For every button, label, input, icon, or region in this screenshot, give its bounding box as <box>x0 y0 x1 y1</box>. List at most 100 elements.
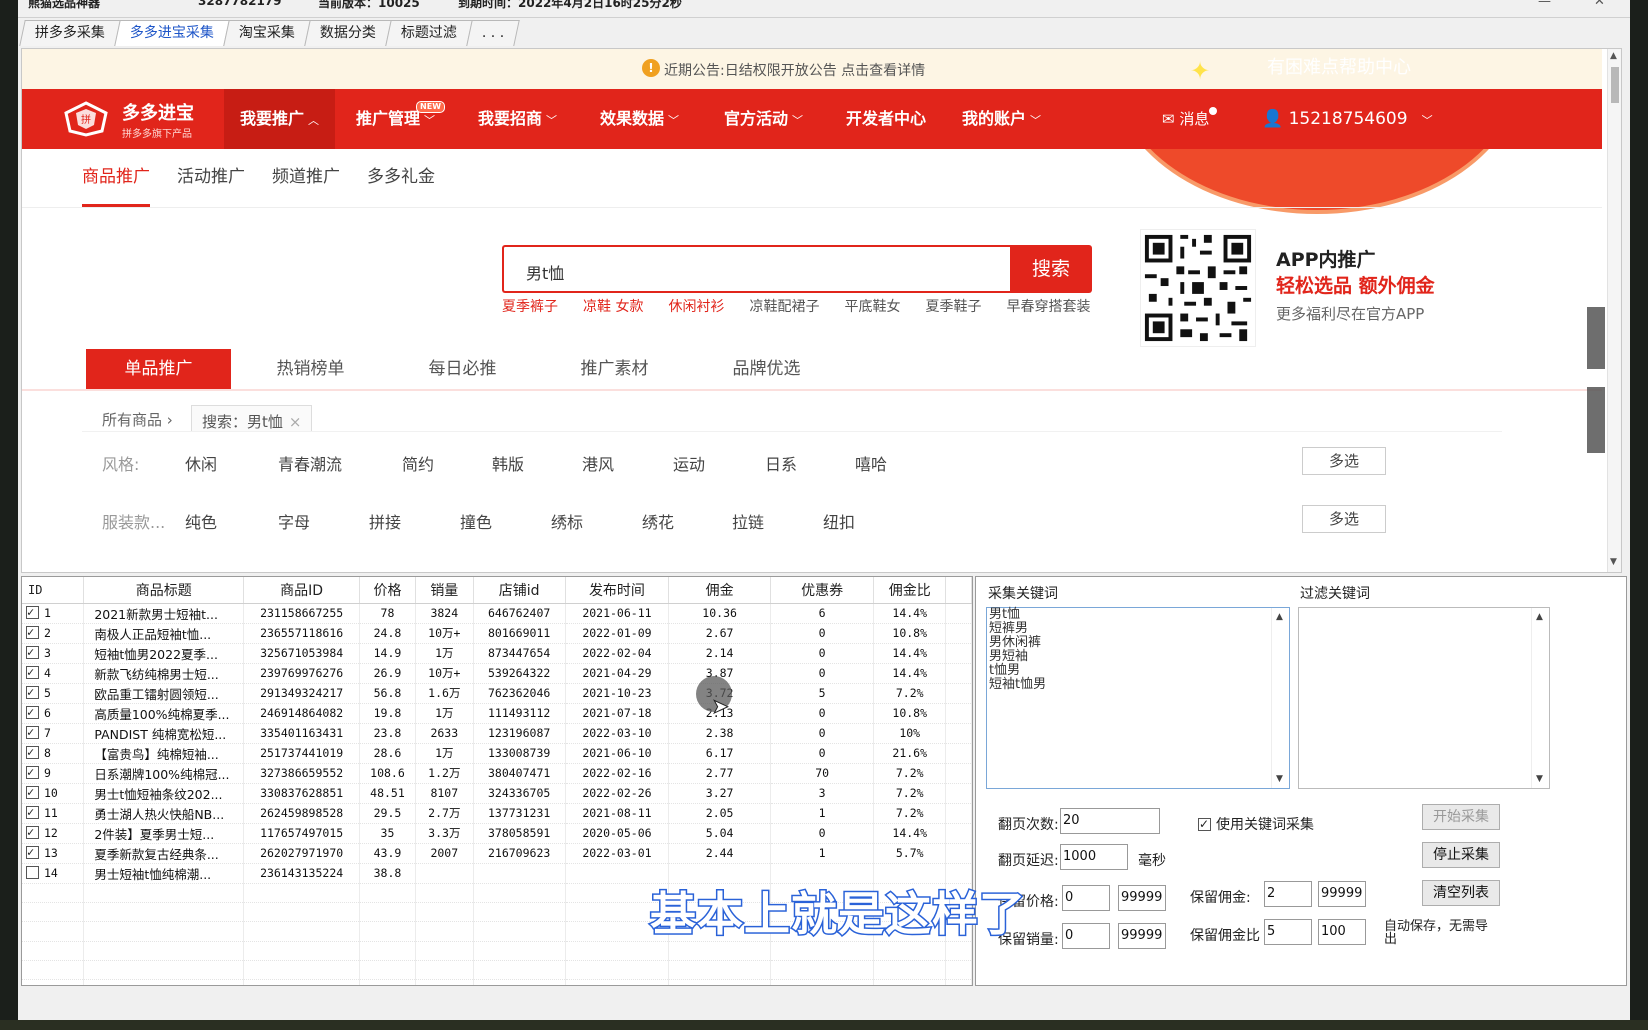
help-center-title[interactable]: 有困难点帮助中心 <box>1267 53 1411 79</box>
row-id-cell[interactable]: 9 <box>22 763 85 784</box>
filter-option[interactable]: 休闲 <box>185 451 217 475</box>
tab-data-category[interactable]: 数据分类 <box>304 20 392 46</box>
tab-daily[interactable]: 每日必推 <box>390 349 535 389</box>
row-checkbox[interactable] <box>26 626 39 639</box>
side-float-button[interactable] <box>1587 387 1605 453</box>
multi-select-button[interactable]: 多选 <box>1302 505 1386 533</box>
row-checkbox[interactable] <box>26 646 39 659</box>
filter-option[interactable]: 撞色 <box>460 509 492 533</box>
tab-title-filter[interactable]: 标题过滤 <box>385 20 473 46</box>
filter-option[interactable]: 纯色 <box>185 509 217 533</box>
column-header[interactable]: 佣金比 <box>873 577 947 604</box>
sales-min-input[interactable]: 0 <box>1062 923 1110 949</box>
multi-select-button[interactable]: 多选 <box>1302 447 1386 475</box>
textarea-scrollbar[interactable]: ▲ ▼ <box>1271 608 1289 788</box>
filter-option[interactable]: 青春潮流 <box>278 451 342 475</box>
table-row[interactable]: 4 新款飞纺纯棉男士短...23976997627626.910万+5392643… <box>22 663 972 684</box>
table-row[interactable]: 13 夏季新款复古经典条...26202797197043.92007216709… <box>22 843 972 864</box>
scroll-up-icon[interactable]: ▲ <box>1610 51 1617 61</box>
row-checkbox[interactable] <box>26 686 39 699</box>
column-header[interactable]: 价格 <box>359 577 416 604</box>
column-header[interactable]: 佣金 <box>668 577 771 604</box>
tab-pdd-collect[interactable]: 拼多多采集 <box>19 20 121 46</box>
row-id-cell[interactable]: 2 <box>22 623 85 644</box>
price-min-input[interactable]: 0 <box>1062 885 1110 911</box>
tab-hot-list[interactable]: 热销榜单 <box>238 349 383 389</box>
filter-option[interactable]: 日系 <box>765 451 797 475</box>
nav-data[interactable]: 效果数据 ﹀ <box>584 89 695 149</box>
row-checkbox[interactable] <box>26 846 39 859</box>
filter-option[interactable]: 嘻哈 <box>855 451 887 475</box>
minimize-icon[interactable]: — <box>1538 0 1551 9</box>
tab-more[interactable]: . . . <box>466 20 521 46</box>
table-row[interactable]: 11 勇士湖人热火快船NB...26245989852829.52.7万13773… <box>22 803 972 824</box>
row-id-cell[interactable]: 14 <box>22 863 85 884</box>
scroll-up-icon[interactable]: ▲ <box>1536 612 1543 622</box>
column-header[interactable]: ID <box>22 577 85 604</box>
scroll-down-icon[interactable]: ▼ <box>1610 557 1617 567</box>
nav-promo-manage[interactable]: 推广管理 ﹀ NEW <box>340 89 451 149</box>
row-id-cell[interactable]: 13 <box>22 843 85 864</box>
start-collect-button[interactable]: 开始采集 <box>1422 804 1500 830</box>
table-row[interactable]: 7 PANDIST 纯棉宽松短...33540116343123.82633123… <box>22 723 972 744</box>
nav-developer[interactable]: 开发者中心 <box>830 89 942 149</box>
filter-option[interactable]: 纽扣 <box>823 509 855 533</box>
hot-word[interactable]: 平底鞋女 <box>844 296 900 316</box>
nav-account[interactable]: 我的账户 ﹀ <box>946 89 1057 149</box>
close-icon[interactable]: × <box>289 413 302 431</box>
rate-min-input[interactable]: 5 <box>1264 919 1312 945</box>
scroll-down-icon[interactable]: ▼ <box>1536 774 1543 784</box>
clear-list-button[interactable]: 清空列表 <box>1422 880 1500 906</box>
filter-option[interactable]: 简约 <box>402 451 434 475</box>
filter-keywords-textarea[interactable]: ▲ ▼ <box>1298 607 1550 789</box>
tab-duoduo-collect[interactable]: 多多进宝采集 <box>114 20 230 46</box>
notice-text[interactable]: 近期公告:日结权限开放公告 点击查看详情 <box>664 60 925 80</box>
subtab-goods[interactable]: 商品推广 <box>82 149 150 207</box>
stop-collect-button[interactable]: 停止采集 <box>1422 842 1500 868</box>
scroll-thumb[interactable] <box>1611 67 1619 103</box>
nav-activities[interactable]: 官方活动 ﹀ <box>708 89 819 149</box>
textarea-scrollbar[interactable]: ▲ ▼ <box>1531 608 1549 788</box>
sales-max-input[interactable]: 99999 <box>1118 923 1166 949</box>
row-id-cell[interactable]: 11 <box>22 803 85 824</box>
tab-single-goods[interactable]: 单品推广 <box>86 349 231 389</box>
hot-word[interactable]: 凉鞋 女款 <box>583 296 643 316</box>
filter-option[interactable]: 港风 <box>582 451 614 475</box>
table-row[interactable]: 3 短袖t恤男2022夏季...32567105398414.91万8734476… <box>22 643 972 664</box>
hot-word[interactable]: 凉鞋配裙子 <box>749 296 819 316</box>
collect-keywords-textarea[interactable]: 男t恤 短裤男 男休闲裤 男短袖 t恤男 短袖t恤男 ▲ ▼ <box>986 607 1290 789</box>
row-checkbox[interactable] <box>26 826 39 839</box>
row-id-cell[interactable]: 6 <box>22 703 85 724</box>
tab-brand[interactable]: 品牌优选 <box>694 349 839 389</box>
close-icon[interactable]: ✕ <box>1594 0 1605 9</box>
row-id-cell[interactable]: 5 <box>22 683 85 704</box>
column-header[interactable]: 销量 <box>415 577 474 604</box>
filter-option[interactable]: 运动 <box>673 451 705 475</box>
filter-option[interactable]: 拉链 <box>732 509 764 533</box>
row-checkbox[interactable] <box>26 666 39 679</box>
table-row[interactable]: 12 2件装】夏季男士短...117657497015353.3万37805859… <box>22 823 972 844</box>
price-max-input[interactable]: 99999 <box>1118 885 1166 911</box>
messages-link[interactable]: ✉ 消息 <box>1162 89 1218 149</box>
filter-option[interactable]: 字母 <box>278 509 310 533</box>
row-id-cell[interactable]: 10 <box>22 783 85 804</box>
row-checkbox[interactable] <box>26 766 39 779</box>
column-header[interactable]: 商品标题 <box>83 577 245 604</box>
table-row[interactable]: 9 日系潮牌100%纯棉冠...327386659552108.61.2万3804… <box>22 763 972 784</box>
filter-option[interactable]: 绣标 <box>551 509 583 533</box>
side-float-button[interactable] <box>1587 307 1605 369</box>
hot-word[interactable]: 夏季鞋子 <box>925 296 981 316</box>
use-keywords-checkbox[interactable]: 使用关键词采集 <box>1198 814 1314 834</box>
table-row[interactable]: 8 【富贵鸟】纯棉短袖...25173744101928.61万133008739… <box>22 743 972 764</box>
row-id-cell[interactable]: 7 <box>22 723 85 744</box>
row-id-cell[interactable]: 3 <box>22 643 85 664</box>
subtab-channel[interactable]: 频道推广 <box>272 149 340 207</box>
row-checkbox[interactable] <box>26 866 39 879</box>
filter-option[interactable]: 绣花 <box>642 509 674 533</box>
nav-promote[interactable]: 我要推广 ︿ <box>224 89 336 149</box>
hot-word[interactable]: 休闲衬衫 <box>668 296 724 316</box>
row-id-cell[interactable]: 12 <box>22 823 85 844</box>
scroll-down-icon[interactable]: ▼ <box>1276 774 1283 784</box>
row-checkbox[interactable] <box>26 806 39 819</box>
search-button[interactable]: 搜索 <box>1010 245 1092 293</box>
